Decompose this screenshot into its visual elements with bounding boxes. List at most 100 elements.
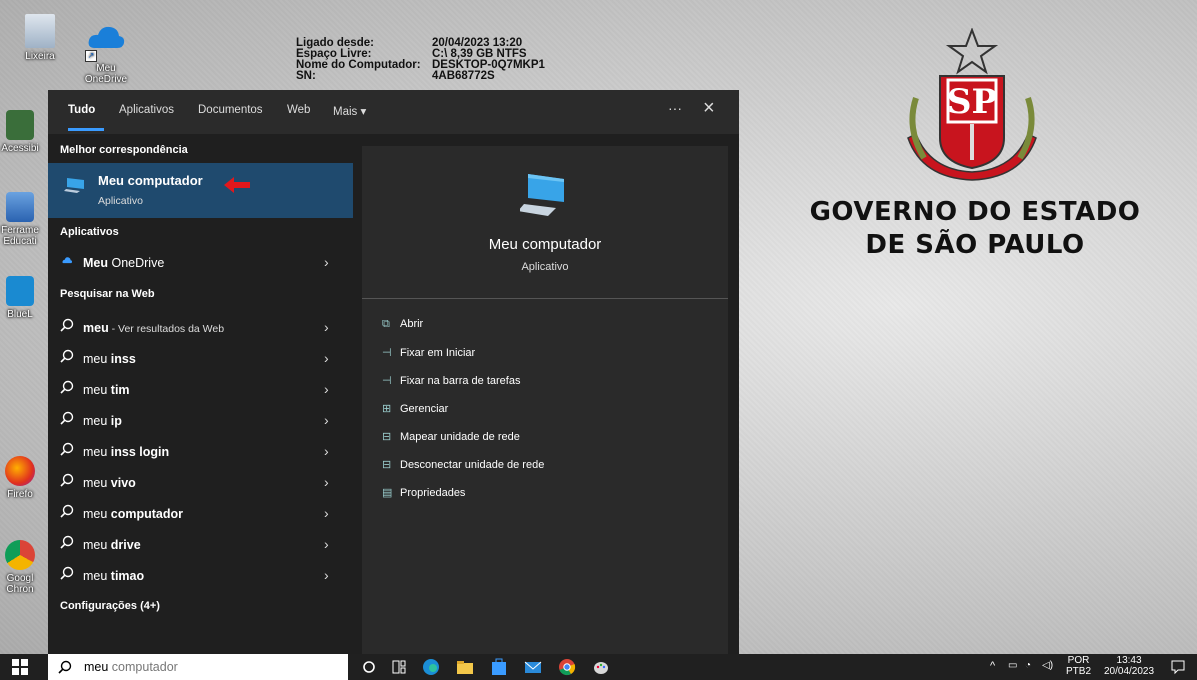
web-result-bold: inss xyxy=(110,352,136,366)
action-fixar-iniciar[interactable]: ⊣ Fixar em Iniciar xyxy=(382,346,722,366)
section-settings[interactable]: Configurações (4+) xyxy=(60,600,160,612)
chevron-right-icon[interactable]: › xyxy=(324,505,329,521)
web-result-item[interactable]: meu timao › xyxy=(48,562,353,590)
close-icon[interactable]: × xyxy=(703,97,715,120)
desktop-icon-bluelab[interactable]: BlueL xyxy=(0,276,40,320)
red-arrow-icon xyxy=(224,177,250,193)
paint-icon[interactable] xyxy=(592,658,610,676)
action-propriedades[interactable]: ▤ Propriedades xyxy=(382,486,722,506)
desktop-icon-onedrive[interactable]: ↗ Meu OneDrive xyxy=(76,22,136,85)
tray-chevron-up-icon[interactable]: ^ xyxy=(990,660,995,672)
preview-title: Meu computador xyxy=(488,236,602,253)
edge-icon[interactable] xyxy=(422,658,440,676)
desktop-icon-label: Googl Chron xyxy=(6,573,34,595)
web-result-plain: meu xyxy=(83,352,111,366)
action-label: Abrir xyxy=(400,318,424,330)
web-result-item[interactable]: meu tim › xyxy=(48,376,353,404)
web-result-item[interactable]: meu inss login › xyxy=(48,438,353,466)
app-item-onedrive[interactable]: Meu OneDrive › xyxy=(48,249,353,277)
taskbar-search-box[interactable]: meu computador xyxy=(48,654,348,680)
app-item-rest: OneDrive xyxy=(108,256,165,270)
tab-web[interactable]: Web xyxy=(287,104,310,116)
action-mapear-unidade[interactable]: ⊟ Mapear unidade de rede xyxy=(382,430,722,450)
web-result-bold: drive xyxy=(110,538,141,552)
tab-aplicativos[interactable]: Aplicativos xyxy=(119,104,174,116)
desktop-icon-label: Lixeira xyxy=(25,51,55,62)
best-match-item[interactable]: Meu computador Aplicativo xyxy=(48,163,353,218)
windows-start-icon[interactable] xyxy=(12,659,28,675)
action-label: Mapear unidade de rede xyxy=(400,431,520,443)
web-result-item[interactable]: meu ip › xyxy=(48,407,353,435)
chevron-right-icon[interactable]: › xyxy=(324,443,329,459)
search-icon xyxy=(60,442,74,456)
web-result-item[interactable]: meu computador › xyxy=(48,500,353,528)
desktop-icon-acessibilidade[interactable]: Acessibi xyxy=(0,110,40,154)
search-suggestion-text: computador xyxy=(108,660,178,674)
tab-mais[interactable]: Mais ▾ xyxy=(333,104,366,118)
network-drive-icon: ⊟ xyxy=(382,459,392,471)
search-icon xyxy=(60,473,74,487)
chevron-right-icon[interactable]: › xyxy=(324,474,329,490)
cortana-icon[interactable] xyxy=(360,658,378,676)
notification-icon[interactable] xyxy=(1170,659,1186,675)
app-item-bold: Meu xyxy=(83,256,108,270)
action-gerenciar[interactable]: ⊞ Gerenciar xyxy=(382,402,722,422)
chevron-right-icon[interactable]: › xyxy=(324,254,329,270)
action-abrir[interactable]: ⧉ Abrir xyxy=(382,318,722,338)
more-options-icon[interactable]: ··· xyxy=(668,100,682,116)
desktop-icon-label: Firefo xyxy=(7,489,33,500)
active-tab-indicator xyxy=(68,128,104,131)
caret-down-icon: ▾ xyxy=(360,106,367,118)
desktop-icon-chrome[interactable]: Googl Chron xyxy=(0,540,40,595)
chevron-right-icon[interactable]: › xyxy=(324,350,329,366)
clock-time: 13:43 xyxy=(1116,655,1142,666)
web-result-plain: meu xyxy=(83,538,111,552)
wifi-icon[interactable]: ◔ xyxy=(1025,660,1031,671)
web-result-item[interactable]: meu - Ver resultados da Web › xyxy=(48,314,353,342)
clock[interactable]: 13:43 20/04/2023 xyxy=(1104,655,1154,677)
action-desconectar-unidade[interactable]: ⊟ Desconectar unidade de rede xyxy=(382,458,722,478)
clock-date: 20/04/2023 xyxy=(1104,666,1155,677)
bluelab-icon xyxy=(6,276,34,306)
pin-icon: ⊣ xyxy=(382,375,392,387)
chevron-right-icon[interactable]: › xyxy=(324,567,329,583)
battery-icon[interactable]: ▭ xyxy=(1008,660,1017,671)
web-result-item[interactable]: meu drive › xyxy=(48,531,353,559)
start-search-panel: Tudo Aplicativos Documentos Web Mais ▾ ·… xyxy=(48,90,739,654)
action-fixar-barra[interactable]: ⊣ Fixar na barra de tarefas xyxy=(382,374,722,394)
file-explorer-icon[interactable] xyxy=(456,658,474,676)
section-best-match: Melhor correspondência xyxy=(60,144,188,156)
keyboard-layout: PTB2 xyxy=(1066,666,1092,677)
desktop-icon-label: BlueL xyxy=(7,309,33,320)
section-web: Pesquisar na Web xyxy=(60,288,155,300)
store-icon[interactable] xyxy=(490,658,508,676)
bginfo-key: SN: xyxy=(296,70,316,82)
search-icon xyxy=(60,349,74,363)
seal-text: SP xyxy=(947,82,997,122)
desktop-icon-firefox[interactable]: Firefo xyxy=(0,456,40,500)
language-indicator[interactable]: POR PTB2 xyxy=(1066,655,1091,677)
desktop-icon-recycle-bin[interactable]: Lixeira xyxy=(10,14,70,62)
web-result-bold: computador xyxy=(110,507,184,521)
chevron-right-icon[interactable]: › xyxy=(324,536,329,552)
onedrive-icon xyxy=(62,257,72,264)
chrome-icon xyxy=(5,540,35,570)
computer-large-icon xyxy=(520,174,564,216)
task-view-icon[interactable] xyxy=(390,658,408,676)
properties-icon: ▤ xyxy=(382,487,393,499)
web-result-query: meu xyxy=(83,321,109,335)
mail-icon[interactable] xyxy=(524,658,542,676)
chevron-right-icon[interactable]: › xyxy=(324,381,329,397)
desktop-icon-ferramentas[interactable]: Ferrame Educati xyxy=(0,192,40,247)
brand-line-2: DE SÃO PAULO xyxy=(865,230,1085,260)
chevron-right-icon[interactable]: › xyxy=(324,412,329,428)
chevron-right-icon[interactable]: › xyxy=(324,319,329,335)
tab-tudo[interactable]: Tudo xyxy=(68,104,95,116)
volume-icon[interactable]: ◁) xyxy=(1042,660,1053,671)
chrome-icon[interactable] xyxy=(558,658,576,676)
web-result-item[interactable]: meu vivo › xyxy=(48,469,353,497)
web-result-plain: meu xyxy=(83,569,111,583)
divider xyxy=(362,298,728,299)
tab-documentos[interactable]: Documentos xyxy=(198,104,263,116)
web-result-item[interactable]: meu inss › xyxy=(48,345,353,373)
